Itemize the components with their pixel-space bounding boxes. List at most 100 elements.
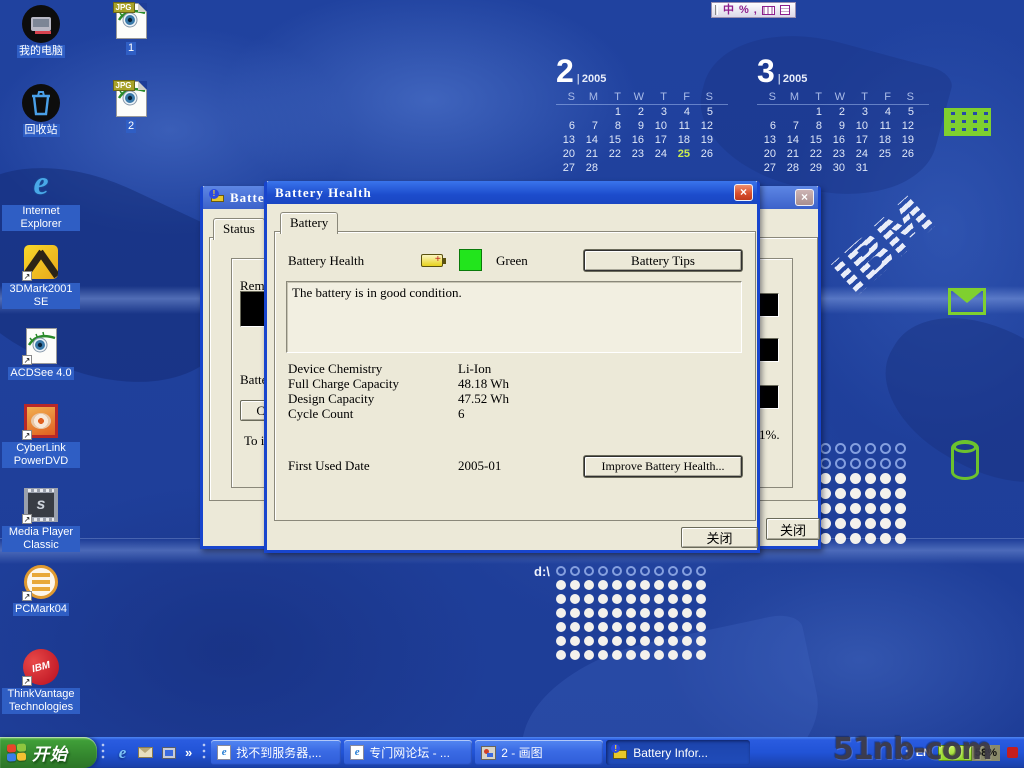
battery-tips-button[interactable]: Battery Tips (584, 250, 742, 271)
shortcut-arrow-icon: ↗ (22, 430, 32, 440)
calendar-february-2005: 22005SMTWTFS1234567891011121314151617181… (556, 56, 728, 175)
calendar-day: 20 (757, 147, 780, 161)
desktop-icon-3dmark2001-se[interactable]: ↗3DMark2001 SE (2, 243, 80, 309)
calendar-day: 16 (625, 133, 648, 147)
calendar-day: 5 (895, 105, 918, 119)
close-button[interactable]: × (734, 184, 753, 201)
battery-health-title: Battery Health (275, 185, 734, 201)
shortcut-arrow-icon: ↗ (22, 676, 32, 686)
calendar-day: 27 (757, 161, 780, 175)
jpg-file-icon: JPG (112, 80, 150, 118)
calendar-day: 28 (579, 161, 602, 175)
calendar-day: 17 (648, 133, 671, 147)
desktop-icon-media-player-classic[interactable]: s↗Media Player Classic (2, 486, 80, 552)
show-desktop-icon[interactable] (160, 744, 177, 761)
desktop-icon-label: PCMark04 (13, 603, 69, 616)
calendar-month: 3 (757, 53, 775, 89)
desktop-icon-thinkvantage[interactable]: IBM↗ThinkVantage Technologies (2, 648, 80, 714)
calendar-day (579, 105, 602, 119)
calendar-day: 31 (849, 161, 872, 175)
desktop-icon-label: ThinkVantage Technologies (2, 688, 80, 714)
start-button[interactable]: 开始 (0, 737, 97, 768)
calendar-day: 19 (694, 133, 717, 147)
desktop-icon-pcmark04[interactable]: ↗ PCMark04 (2, 563, 80, 616)
ie-icon[interactable]: e (114, 744, 131, 761)
calendar-day: 22 (803, 147, 826, 161)
battery-health-titlebar[interactable]: Battery Health × (267, 181, 757, 204)
ime-punctuation-icon[interactable]: , (754, 4, 757, 16)
calendar-day (895, 161, 918, 175)
language-indicator[interactable]: EN (916, 747, 931, 759)
close-dialog-button[interactable]: 关闭 (766, 518, 820, 540)
calendar-day: 6 (556, 119, 579, 133)
calendar-day: 4 (671, 105, 694, 119)
close-dialog-button[interactable]: 关闭 (681, 527, 758, 548)
desktop: IBM d:\ 22005SMTWTFS12345678910111213141… (0, 0, 1024, 768)
mail-icon[interactable] (137, 744, 154, 761)
calendar-day: 21 (579, 147, 602, 161)
close-button[interactable]: × (795, 189, 814, 206)
ime-menu-icon[interactable] (780, 5, 790, 15)
calendar-header: 32005 (757, 56, 929, 90)
condition-text: The battery is in good condition. (292, 285, 462, 300)
taskbar-button-4[interactable]: Battery Infor... (606, 740, 750, 765)
taskbar-separator (200, 741, 209, 765)
taskbar-button-3[interactable]: 2 - 画图 (475, 740, 603, 765)
calendar-day: 9 (625, 119, 648, 133)
calendar-day: 1 (602, 105, 625, 119)
calendar-day: 16 (826, 133, 849, 147)
ime-keyboard-icon[interactable] (762, 6, 775, 15)
calendar-day: 7 (579, 119, 602, 133)
ime-grip-handle[interactable] (715, 5, 718, 15)
calendar-weekday: T (602, 90, 625, 104)
calendar-day: 26 (895, 147, 918, 161)
tray-battery-meter[interactable]: 58% (938, 744, 1000, 761)
taskbar-button-1[interactable]: e找不到服务器,... (211, 740, 341, 765)
calendar-week-row: 20212223242526 (757, 147, 929, 161)
desktop-icon-label: 我的电脑 (17, 45, 65, 58)
tab-battery[interactable]: Battery (280, 212, 338, 234)
desktop-icon-acdsee[interactable]: ↗ACDSee 4.0 (2, 327, 80, 380)
calendar-weekday: S (757, 90, 780, 104)
desktop-icon-my-computer[interactable]: 我的电脑 (2, 5, 80, 58)
calendar-weekday: S (556, 90, 579, 104)
calendar-week-row: 2728 (556, 161, 728, 175)
first-used-date-value: 2005-01 (458, 458, 501, 474)
improve-battery-health-button[interactable]: Improve Battery Health... (584, 456, 742, 477)
system-tray: EN 58% (914, 737, 1024, 768)
calendar-day: 5 (694, 105, 717, 119)
tab-status[interactable]: Status (213, 218, 265, 240)
desktop-icon-cyberlink-powerdvd[interactable]: ↗CyberLink PowerDVD (2, 402, 80, 468)
calendar-weekday: T (648, 90, 671, 104)
ime-language-bar[interactable]: 中 % , (711, 2, 796, 18)
desktop-icon-internet-explorer[interactable]: eInternet Explorer (2, 165, 80, 231)
calendar-week-row: 2728293031 (757, 161, 929, 175)
calendar-weekday: T (803, 90, 826, 104)
shortcut-arrow-icon: ↗ (22, 591, 32, 601)
taskbar-separator (903, 741, 912, 765)
desktop-icon-label: Internet Explorer (2, 205, 80, 231)
desktop-icon-recycle-bin[interactable]: 回收站 (2, 84, 80, 137)
calendar-day: 2 (625, 105, 648, 119)
taskbar-button-2[interactable]: e专门网论坛 - ... (344, 740, 472, 765)
ime-chinese-mode-icon[interactable]: 中 (723, 4, 734, 16)
calendar-day: 30 (826, 161, 849, 175)
quick-launch-overflow-chevron[interactable]: » (183, 745, 194, 760)
internet-explorer-icon: e (22, 165, 60, 203)
calendar-week-row: 13141516171819 (757, 133, 929, 147)
desktop-icon-jpg-file-2[interactable]: JPG2 (92, 80, 170, 133)
calendar-year: 2005 (577, 73, 607, 85)
calendar-day: 8 (602, 119, 625, 133)
health-status-text: Green (496, 253, 528, 269)
desktop-icon-jpg-file-1[interactable]: JPG1 (92, 2, 170, 55)
ime-halfwidth-icon[interactable]: % (739, 4, 749, 16)
calendar-day: 1 (803, 105, 826, 119)
condition-text-box: The battery is in good condition. (286, 281, 742, 353)
shortcut-arrow-icon: ↗ (22, 271, 32, 281)
calendar-day: 13 (556, 133, 579, 147)
percent-label: 1%. (759, 427, 780, 443)
battery-level-bar (938, 745, 972, 761)
calendar-week-row: 6789101112 (556, 119, 728, 133)
tray-icon[interactable] (1007, 747, 1018, 758)
calendar-day (556, 105, 579, 119)
